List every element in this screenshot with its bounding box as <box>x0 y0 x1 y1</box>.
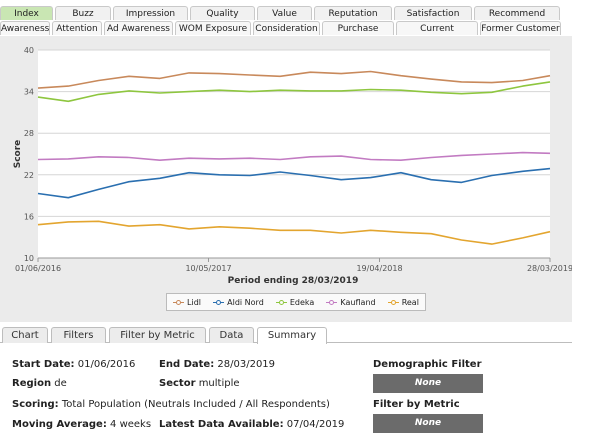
tab-wom-exposure[interactable]: WOM Exposure <box>175 21 251 35</box>
y-axis-label: Score <box>13 140 23 169</box>
demographic-filter-value: None <box>373 374 483 393</box>
legend-label-edeka: Edeka <box>289 297 315 307</box>
filter-by-metric-value: None <box>373 414 483 433</box>
legend-label-kaufland: Kaufland <box>340 297 376 307</box>
moving-average-label: Moving Average: <box>12 419 107 430</box>
x-axis-label: Period ending 28/03/2019 <box>228 276 359 286</box>
region-label: Region <box>12 378 52 389</box>
summary-panel: Start Date: 01/06/2016 End Date: 28/03/2… <box>0 343 572 438</box>
legend-swatch-real <box>387 299 399 306</box>
sector-value: multiple <box>198 378 240 389</box>
region: Region de <box>12 378 67 389</box>
legend-swatch-lidl <box>173 299 185 306</box>
legend-item-aldi-nord[interactable]: Aldi Nord <box>213 298 264 307</box>
legend-label-lidl: Lidl <box>187 297 202 307</box>
legend-swatch-edeka <box>275 299 287 306</box>
sector-label: Sector <box>159 378 196 389</box>
tab-ad-awareness[interactable]: Ad Awareness <box>104 21 173 35</box>
filter-by-metric-heading: Filter by Metric <box>373 399 460 410</box>
sector: Sector multiple <box>159 378 240 389</box>
tab-quality[interactable]: Quality <box>190 6 255 20</box>
tab-former-customer[interactable]: Former Customer <box>480 21 561 35</box>
moving-average: Moving Average: 4 weeks <box>12 419 151 430</box>
x-tick-label: 01/06/2016 <box>15 264 61 273</box>
tab-index[interactable]: Index <box>0 6 53 20</box>
chart-legend: Lidl Aldi Nord Edeka Kaufland Real <box>166 293 426 311</box>
latest-data-value: 07/04/2019 <box>286 419 345 430</box>
tab-data[interactable]: Data <box>209 327 254 343</box>
start-date-label: Start Date: <box>12 359 75 370</box>
start-date: Start Date: 01/06/2016 <box>12 359 135 370</box>
legend-item-edeka[interactable]: Edeka <box>275 297 315 307</box>
panel-tab-bar: Chart Filters Filter by Metric Data Summ… <box>0 324 572 344</box>
tab-recommend[interactable]: Recommend <box>474 6 560 20</box>
y-tick-label: 40 <box>24 46 34 55</box>
tab-attention[interactable]: Attention <box>52 21 102 35</box>
legend-item-kaufland[interactable]: Kaufland <box>326 297 376 307</box>
demographic-filter-heading: Demographic Filter <box>373 359 482 370</box>
y-tick-label: 22 <box>24 171 34 180</box>
y-tick-label: 34 <box>24 88 34 97</box>
legend-swatch-aldi-nord <box>213 299 225 306</box>
start-date-value: 01/06/2016 <box>77 359 136 370</box>
latest-data: Latest Data Available: 07/04/2019 <box>159 419 344 430</box>
legend-label-real: Real <box>401 297 419 307</box>
tab-current-customer[interactable]: Current Customer <box>396 21 478 48</box>
end-date-value: 28/03/2019 <box>217 359 276 370</box>
tab-awareness[interactable]: Awareness <box>0 21 50 35</box>
y-tick-label: 10 <box>24 254 34 263</box>
plot-area <box>38 50 550 258</box>
legend-swatch-kaufland <box>326 299 338 306</box>
legend-label-aldi-nord: Aldi Nord <box>227 297 264 307</box>
x-tick-label: 19/04/2018 <box>356 264 402 273</box>
tab-reputation[interactable]: Reputation <box>314 6 392 20</box>
latest-data-label: Latest Data Available: <box>159 419 284 430</box>
scoring: Scoring: Total Population (Neutrals Incl… <box>12 399 330 410</box>
x-tick-label: 10/05/2017 <box>185 264 231 273</box>
y-tick-label: 16 <box>24 212 34 221</box>
right-scroll-gutter <box>572 36 590 438</box>
tab-satisfaction[interactable]: Satisfaction <box>394 6 472 20</box>
moving-average-value: 4 weeks <box>110 419 152 430</box>
scoring-label: Scoring: <box>12 399 59 410</box>
tab-summary[interactable]: Summary <box>257 327 327 344</box>
tab-filters[interactable]: Filters <box>51 327 106 343</box>
x-tick-label: 28/03/2019 <box>527 264 572 273</box>
end-date: End Date: 28/03/2019 <box>159 359 275 370</box>
legend-item-real[interactable]: Real <box>387 297 419 307</box>
y-tick-label: 28 <box>24 129 34 138</box>
score-line-chart: 10 16 22 28 34 40 01/06/2016 10/05/2017 19/04/2… <box>13 46 572 286</box>
end-date-label: End Date: <box>159 359 215 370</box>
tab-impression[interactable]: Impression <box>113 6 188 20</box>
tab-chart[interactable]: Chart <box>2 327 48 343</box>
tab-value[interactable]: Value <box>257 6 312 20</box>
scoring-value: Total Population (Neutrals Included / Al… <box>61 399 330 410</box>
tab-consideration[interactable]: Consideration <box>253 21 320 35</box>
legend-item-lidl[interactable]: Lidl <box>173 298 201 307</box>
region-value: de <box>54 378 67 389</box>
tab-buzz[interactable]: Buzz <box>55 6 111 20</box>
tab-purchase-intent[interactable]: Purchase Intent <box>322 21 394 48</box>
tab-filter-by-metric[interactable]: Filter by Metric <box>109 327 206 343</box>
